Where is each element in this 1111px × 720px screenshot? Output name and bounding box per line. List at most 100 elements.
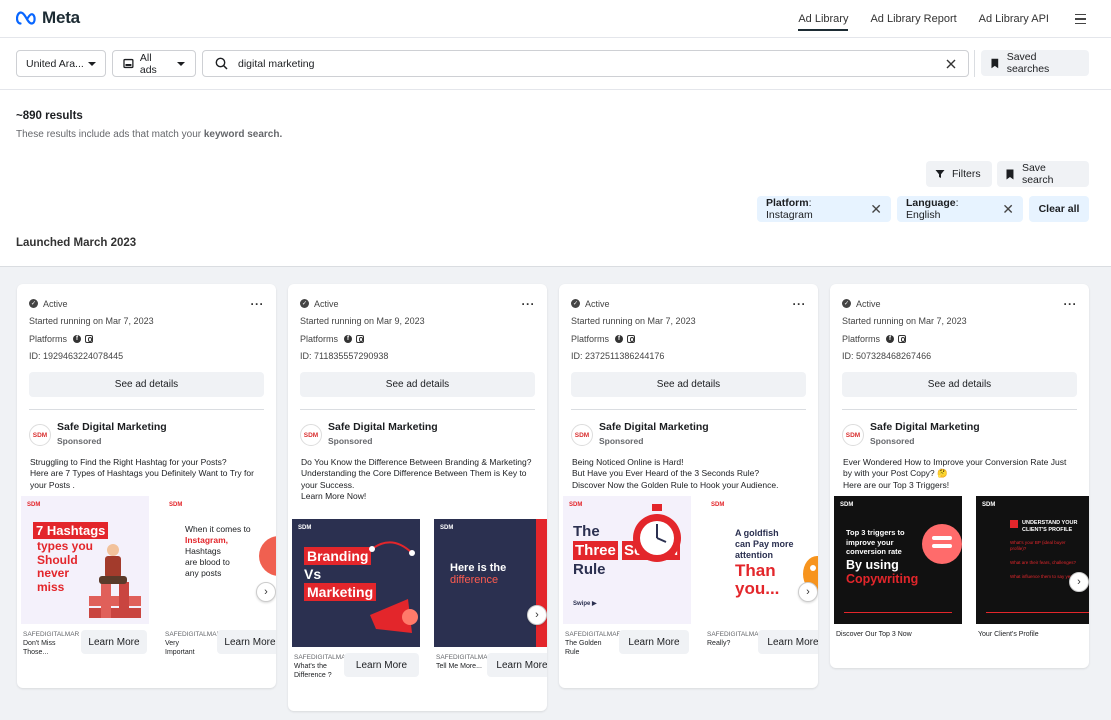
decorative-stripe (536, 519, 547, 647)
start-date: Started running on Mar 7, 2023 (29, 316, 154, 327)
country-select-value: United Ara... (26, 57, 84, 70)
step-number-badge (1010, 520, 1018, 528)
nav-ad-library[interactable]: Ad Library (798, 7, 849, 31)
saved-searches-label: Saved searches (1006, 51, 1050, 75)
carousel-slide[interactable]: SDM A goldfish can Pay more attention Than… (705, 496, 818, 624)
meta-logo[interactable]: Meta (16, 8, 80, 28)
slide-headline: Here is the difference (450, 562, 507, 586)
instagram-icon (85, 334, 94, 343)
advertiser-avatar[interactable]: SDM (29, 424, 51, 446)
filter-chip-language[interactable]: Language: English ✕ (897, 196, 1023, 222)
ad-icon (123, 58, 134, 69)
ad-id: ID: 711835557290938 (300, 351, 389, 362)
country-select[interactable]: United Ara... (16, 50, 106, 77)
clear-all-button[interactable]: Clear all (1029, 196, 1089, 222)
saved-searches-button[interactable]: Saved searches (981, 50, 1089, 76)
slide-headline-emphasis: By using Copywriting (846, 558, 919, 586)
meta-infinity-icon (16, 11, 36, 25)
ad-id: ID: 2372511386244176 (571, 351, 665, 362)
learn-more-button[interactable]: Learn More (619, 630, 689, 654)
ad-carousel[interactable]: SDM Top 3 triggers to improve your convers… (834, 496, 1089, 624)
results-note-bold: keyword search. (203, 129, 283, 140)
advertiser-avatar[interactable]: SDM (300, 424, 322, 446)
facebook-icon: f (615, 334, 624, 343)
more-options-icon[interactable]: ··· (1064, 298, 1078, 310)
start-date: Started running on Mar 7, 2023 (571, 316, 696, 327)
platforms-row: Platforms f (29, 330, 264, 348)
bookmark-icon (1006, 169, 1014, 179)
decorative-line (844, 612, 952, 613)
advertiser-name[interactable]: Safe Digital Marketing (599, 421, 709, 433)
learn-more-button[interactable]: Learn More (217, 630, 276, 654)
carousel-slide[interactable]: SDM When it comes to Instagram, Hashtags… (163, 496, 276, 624)
hamburger-menu-icon[interactable] (1075, 14, 1086, 24)
slide-caption: Discover Our Top 3 Now (836, 631, 912, 638)
learn-more-button[interactable]: Learn More (487, 653, 547, 677)
ad-card: ✓ Active ··· Started running on Mar 7, 2… (559, 284, 818, 688)
check-circle-icon: ✓ (29, 299, 38, 309)
advertiser-header: SDM Safe Digital Marketing Sponsored (559, 410, 818, 446)
see-ad-details-button[interactable]: See ad details (300, 372, 535, 397)
advertiser-name[interactable]: Safe Digital Marketing (57, 421, 167, 433)
facebook-icon: f (73, 334, 82, 343)
ad-id: ID: 507328468267466 (842, 351, 932, 362)
filter-icon (935, 170, 945, 178)
advertiser-name[interactable]: Safe Digital Marketing (870, 421, 980, 433)
carousel-slide[interactable]: SDM 7 Hashtags types you Should never miss (21, 496, 149, 624)
carousel-slide[interactable]: SDM The Three Second Rule Swipe ▶ (563, 496, 691, 624)
ad-carousel[interactable]: SDM The Three Second Rule Swipe ▶ SDM A … (563, 496, 818, 624)
slide-headline: A goldfish can Pay more attention (735, 528, 794, 560)
nav-ad-library-report[interactable]: Ad Library Report (870, 13, 956, 25)
results-note-prefix: These results include ads that match you… (16, 129, 204, 140)
sponsored-label: Sponsored (57, 436, 102, 446)
ad-card: ✓ Active ··· Started running on Mar 7, 2… (17, 284, 276, 688)
slide-headline: Top 3 triggers to improve your conversion … (846, 528, 905, 556)
more-options-icon[interactable]: ··· (793, 298, 807, 310)
more-options-icon[interactable]: ··· (522, 298, 536, 310)
search-input[interactable]: digital marketing (202, 50, 969, 77)
ad-type-select-value: All ads (139, 51, 157, 76)
filter-chip-platform[interactable]: Platform: Instagram ✕ (757, 196, 891, 222)
status-text: Active (856, 298, 881, 309)
filters-button[interactable]: Filters (926, 161, 992, 187)
advertiser-name[interactable]: Safe Digital Marketing (328, 421, 438, 433)
clear-search-icon[interactable] (946, 59, 956, 69)
remove-chip-icon[interactable]: ✕ (870, 202, 882, 216)
carousel-next-arrow[interactable]: › (1069, 572, 1089, 592)
instagram-icon (356, 334, 365, 343)
start-date: Started running on Mar 9, 2023 (300, 316, 425, 327)
check-circle-icon: ✓ (571, 299, 580, 309)
carousel-next-arrow[interactable]: › (256, 582, 276, 602)
filters-label: Filters (952, 168, 981, 180)
carousel-slide[interactable]: SDM Here is the difference (434, 519, 547, 647)
see-ad-details-button[interactable]: See ad details (571, 372, 806, 397)
advertiser-avatar[interactable]: SDM (571, 424, 593, 446)
learn-more-button[interactable]: Learn More (81, 630, 147, 654)
learn-more-button[interactable]: Learn More (758, 630, 818, 654)
see-ad-details-button[interactable]: See ad details (842, 372, 1077, 397)
chip-label: Language: English (906, 197, 959, 221)
see-ad-details-button[interactable]: See ad details (29, 372, 264, 397)
search-bar: United Ara... All ads digital marketing … (0, 38, 1111, 90)
nav-ad-library-api[interactable]: Ad Library API (979, 13, 1049, 25)
sponsored-label: Sponsored (870, 436, 915, 446)
remove-chip-icon[interactable]: ✕ (1002, 202, 1014, 216)
carousel-slide[interactable]: SDM UNDERSTAND YOUR CLIENT'S PROFILE What… (976, 496, 1089, 624)
save-search-button[interactable]: Save search (997, 161, 1089, 187)
ad-carousel[interactable]: SDM Branding Vs Marketing SDM Here is th… (292, 519, 547, 647)
learn-more-button[interactable]: Learn More (344, 653, 419, 677)
advertiser-avatar[interactable]: SDM (842, 424, 864, 446)
carousel-next-arrow[interactable]: › (798, 582, 818, 602)
search-divider (974, 50, 975, 77)
slide-headline: When it comes to Instagram, Hashtags are… (185, 524, 251, 578)
platforms-row: Platforms f (571, 330, 806, 348)
carousel-next-arrow[interactable]: › (527, 605, 547, 625)
platforms-row: Platforms f (300, 330, 535, 348)
carousel-slide[interactable]: SDM Top 3 triggers to improve your convers… (834, 496, 962, 624)
ad-carousel[interactable]: SDM 7 Hashtags types you Should never miss … (21, 496, 276, 624)
slide-headline: UNDERSTAND YOUR CLIENT'S PROFILE (1022, 520, 1078, 533)
more-options-icon[interactable]: ··· (251, 298, 265, 310)
status-row: ✓ Active ··· (300, 295, 535, 313)
ad-type-select[interactable]: All ads (112, 50, 196, 77)
carousel-slide[interactable]: SDM Branding Vs Marketing (292, 519, 420, 647)
